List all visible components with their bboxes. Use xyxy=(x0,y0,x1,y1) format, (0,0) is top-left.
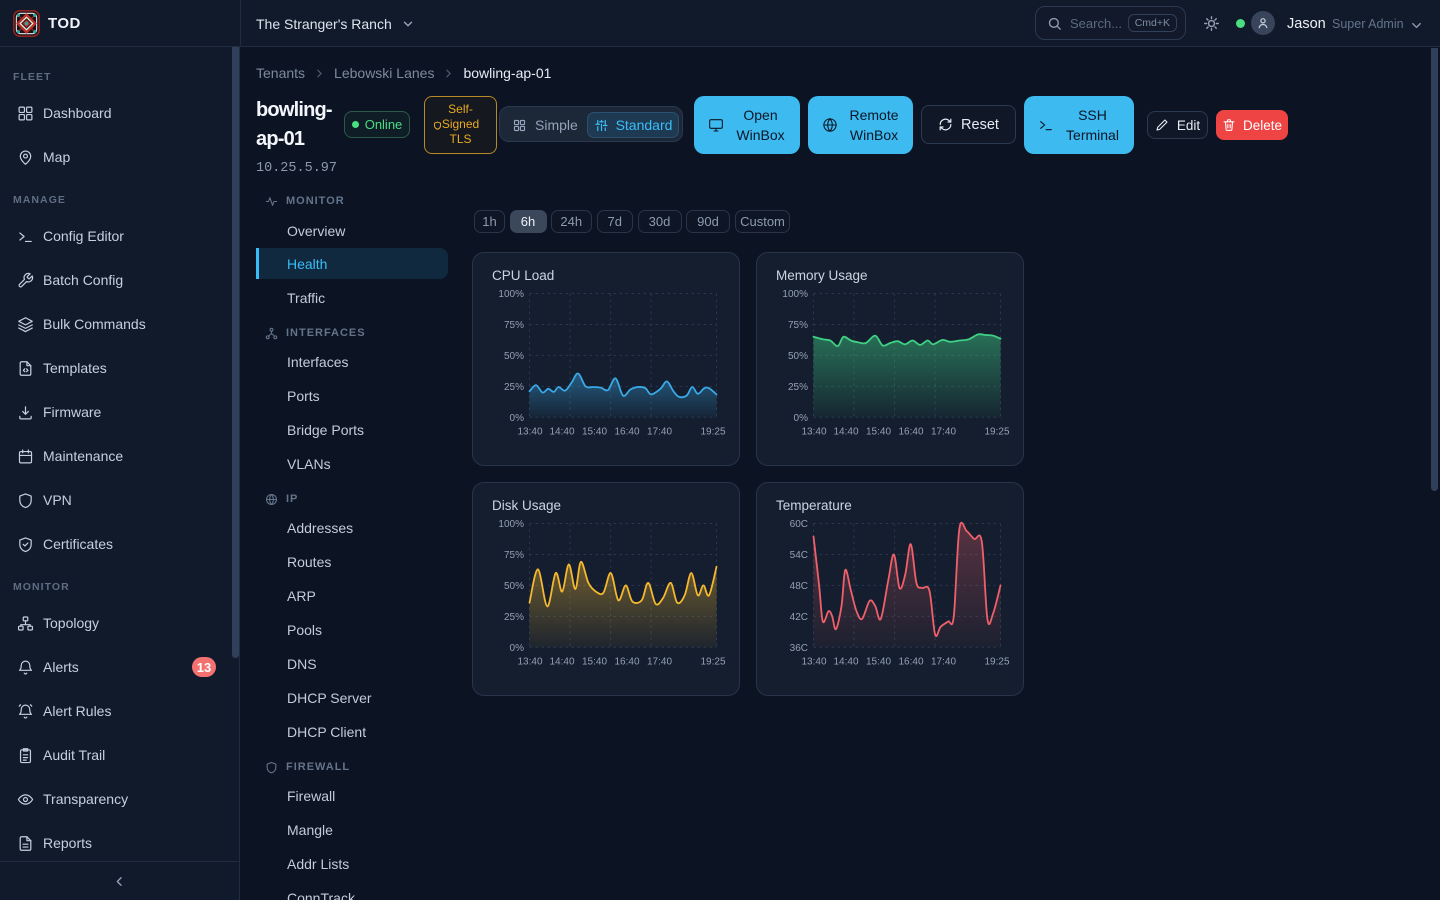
svg-text:15:40: 15:40 xyxy=(866,427,891,438)
svg-text:19:25: 19:25 xyxy=(984,427,1009,438)
svg-text:14:40: 14:40 xyxy=(833,657,858,668)
svg-text:16:40: 16:40 xyxy=(898,657,923,668)
svg-text:50%: 50% xyxy=(788,351,808,362)
svg-text:17:40: 17:40 xyxy=(931,427,956,438)
svg-text:25%: 25% xyxy=(788,382,808,393)
svg-text:14:40: 14:40 xyxy=(549,427,574,438)
svg-text:25%: 25% xyxy=(504,612,524,623)
svg-text:19:25: 19:25 xyxy=(700,427,725,438)
svg-text:100%: 100% xyxy=(498,519,524,530)
svg-text:42C: 42C xyxy=(790,612,808,623)
svg-text:25%: 25% xyxy=(504,382,524,393)
svg-text:48C: 48C xyxy=(790,581,808,592)
svg-text:13:40: 13:40 xyxy=(517,657,542,668)
svg-text:19:25: 19:25 xyxy=(984,657,1009,668)
svg-text:14:40: 14:40 xyxy=(833,427,858,438)
svg-text:15:40: 15:40 xyxy=(582,427,607,438)
svg-text:13:40: 13:40 xyxy=(801,427,826,438)
svg-text:14:40: 14:40 xyxy=(549,657,574,668)
svg-text:50%: 50% xyxy=(504,351,524,362)
svg-text:15:40: 15:40 xyxy=(866,657,891,668)
svg-text:75%: 75% xyxy=(504,320,524,331)
svg-text:17:40: 17:40 xyxy=(931,657,956,668)
svg-text:0%: 0% xyxy=(794,413,809,424)
svg-text:100%: 100% xyxy=(782,289,808,300)
svg-text:50%: 50% xyxy=(504,581,524,592)
svg-text:16:40: 16:40 xyxy=(614,427,639,438)
svg-text:13:40: 13:40 xyxy=(517,427,542,438)
svg-text:16:40: 16:40 xyxy=(898,427,923,438)
svg-text:75%: 75% xyxy=(504,550,524,561)
svg-text:75%: 75% xyxy=(788,320,808,331)
svg-text:17:40: 17:40 xyxy=(647,427,672,438)
svg-text:17:40: 17:40 xyxy=(647,657,672,668)
svg-text:54C: 54C xyxy=(790,550,808,561)
svg-text:36C: 36C xyxy=(790,643,808,654)
svg-text:0%: 0% xyxy=(510,413,525,424)
svg-text:15:40: 15:40 xyxy=(582,657,607,668)
svg-text:60C: 60C xyxy=(790,519,808,530)
svg-text:16:40: 16:40 xyxy=(614,657,639,668)
svg-text:0%: 0% xyxy=(510,643,525,654)
svg-text:100%: 100% xyxy=(498,289,524,300)
svg-text:19:25: 19:25 xyxy=(700,657,725,668)
svg-text:13:40: 13:40 xyxy=(801,657,826,668)
